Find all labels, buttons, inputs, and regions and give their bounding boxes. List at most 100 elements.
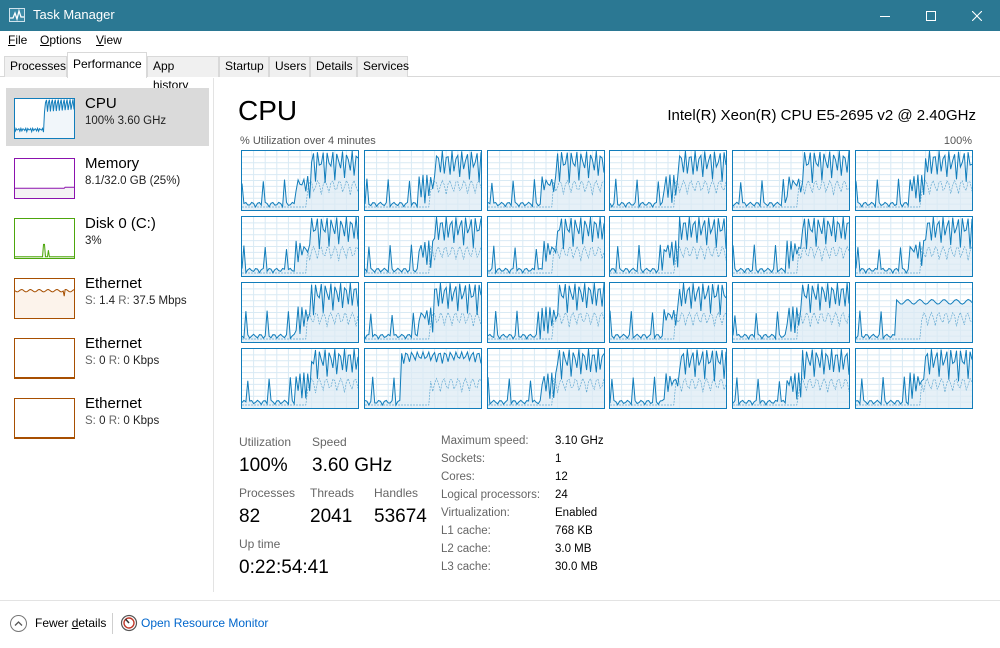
logical-processor-graph: [363, 150, 482, 211]
logical-processor-graph: [363, 282, 482, 343]
spec-value: 768 KB: [555, 525, 593, 537]
resource-thumbnail: [14, 278, 75, 319]
tab-processes[interactable]: Processes: [4, 56, 67, 77]
spec-label: Sockets:: [441, 453, 486, 465]
resource-item-ethernet-1[interactable]: Ethernet S: 1.4 R: 37.5 Mbps: [6, 268, 209, 326]
thumbnail-fill: [15, 187, 74, 198]
resource-list: CPU 100% 3.60 GHz Memory 8.1/32.0 GB (25%) D…: [0, 78, 214, 592]
uptime-label: Up time: [239, 537, 281, 551]
menu-file[interactable]: File: [8, 33, 27, 47]
logical-processor-graph: [732, 150, 851, 211]
cpu-model-name: Intel(R) Xeon(R) CPU E5-2695 v2 @ 2.40GH…: [667, 107, 976, 124]
thumbnail-fill: [15, 289, 74, 318]
open-resource-monitor-link[interactable]: Open Resource Monitor: [141, 616, 268, 630]
logical-processor-graph: [609, 348, 728, 409]
logical-processor-graph: [609, 150, 728, 211]
tab-performance[interactable]: Performance: [67, 52, 147, 78]
fewer-details-button[interactable]: Fewer details: [35, 616, 106, 630]
resource-name: CPU: [85, 95, 117, 112]
utilization-label: Utilization: [239, 435, 292, 449]
menu-view[interactable]: View: [96, 33, 122, 47]
window-title: Task Manager: [33, 7, 115, 22]
resource-detail: 3%: [85, 235, 102, 247]
logical-processor-graph: [609, 282, 728, 343]
spec-label: Logical processors:: [441, 489, 541, 501]
menu-options[interactable]: Options: [40, 33, 81, 47]
logical-processor-graph: [732, 282, 851, 343]
spec-value: 1: [555, 453, 562, 465]
tab-strip: Processes Performance App history Startup Us…: [0, 51, 1000, 92]
speed-label: Speed: [312, 435, 347, 449]
logical-processor-graph: [241, 282, 359, 343]
resource-item-ethernet-2[interactable]: Ethernet S: 0 R: 0 Kbps: [6, 328, 209, 386]
resource-item-cpu[interactable]: CPU 100% 3.60 GHz: [6, 88, 209, 146]
close-icon: [972, 10, 982, 21]
resource-thumbnail: [14, 338, 75, 379]
maximize-icon: [926, 10, 936, 21]
logical-processor-graph: [486, 348, 605, 409]
spec-label: Maximum speed:: [441, 435, 529, 447]
resource-thumbnail: [14, 98, 75, 139]
threads-label: Threads: [310, 486, 355, 500]
resource-thumbnail: [14, 398, 75, 439]
spec-value: Enabled: [555, 507, 598, 519]
spec-label: L3 cache:: [441, 561, 491, 573]
spec-label: L2 cache:: [441, 543, 491, 555]
resource-detail: S: 1.4 R: 37.5 Mbps: [85, 295, 187, 307]
resource-detail: 8.1/32.0 GB (25%): [85, 175, 181, 187]
processes-value: 82: [239, 506, 261, 527]
speed-value: 3.60 GHz: [312, 455, 393, 476]
menu-bar: File Options View: [0, 31, 1000, 51]
close-button[interactable]: [954, 0, 1000, 31]
spec-label: Virtualization:: [441, 507, 510, 519]
tab-services[interactable]: Services: [357, 56, 409, 77]
resource-item-disk[interactable]: Disk 0 (C:) 3%: [6, 208, 209, 266]
uptime-value: 0:22:54:41: [239, 557, 329, 578]
logical-processor-graph: [855, 216, 973, 277]
resource-name: Memory: [85, 155, 140, 172]
spec-label: Cores:: [441, 471, 475, 483]
handles-label: Handles: [374, 486, 419, 500]
spec-value: 24: [555, 489, 568, 501]
spec-value: 12: [555, 471, 568, 483]
logical-processor-graph: [486, 150, 605, 211]
graph-max-label: 100%: [943, 135, 972, 147]
logical-processor-graph: [855, 348, 973, 409]
resource-name: Ethernet: [85, 395, 142, 412]
resource-monitor-icon[interactable]: [120, 614, 138, 632]
title-bar[interactable]: Task Manager: [0, 0, 1000, 31]
tab-details[interactable]: Details: [310, 56, 357, 77]
collapse-icon[interactable]: [10, 615, 27, 632]
spec-value: 3.0 MB: [555, 543, 592, 555]
logical-processor-graph: [363, 348, 482, 409]
minimize-button[interactable]: [862, 0, 908, 31]
tab-users[interactable]: Users: [269, 56, 310, 77]
maximize-button[interactable]: [908, 0, 954, 31]
logical-processor-graph: [609, 216, 728, 277]
tab-startup[interactable]: Startup: [219, 56, 269, 77]
resource-item-memory[interactable]: Memory 8.1/32.0 GB (25%): [6, 148, 209, 206]
resource-item-ethernet-3[interactable]: Ethernet S: 0 R: 0 Kbps: [6, 388, 209, 446]
logical-processor-graph: [241, 216, 359, 277]
resource-name: Ethernet: [85, 335, 142, 352]
spec-value: 30.0 MB: [555, 561, 598, 573]
resource-detail: 100% 3.60 GHz: [85, 115, 167, 127]
logical-processor-graph: [241, 348, 359, 409]
resource-name: Disk 0 (C:): [85, 215, 156, 232]
tab-app-history[interactable]: App history: [147, 56, 219, 92]
logical-processor-graph: [732, 216, 851, 277]
resource-thumbnail: [14, 158, 75, 199]
resource-detail: S: 0 R: 0 Kbps: [85, 355, 160, 367]
logical-processor-graph: [363, 216, 482, 277]
processes-label: Processes: [239, 486, 296, 500]
logical-processor-graph: [855, 150, 973, 211]
utilization-value: 100%: [239, 455, 288, 476]
resource-name: Ethernet: [85, 275, 142, 292]
resource-thumbnail: [14, 218, 75, 259]
footer: Fewer details Open Resource Monitor: [0, 600, 1000, 648]
spec-value: 3.10 GHz: [555, 435, 604, 447]
threads-value: 2041: [310, 506, 353, 527]
minimize-icon: [880, 15, 890, 17]
footer-separator: [112, 613, 113, 634]
logical-processor-graph: [732, 348, 851, 409]
